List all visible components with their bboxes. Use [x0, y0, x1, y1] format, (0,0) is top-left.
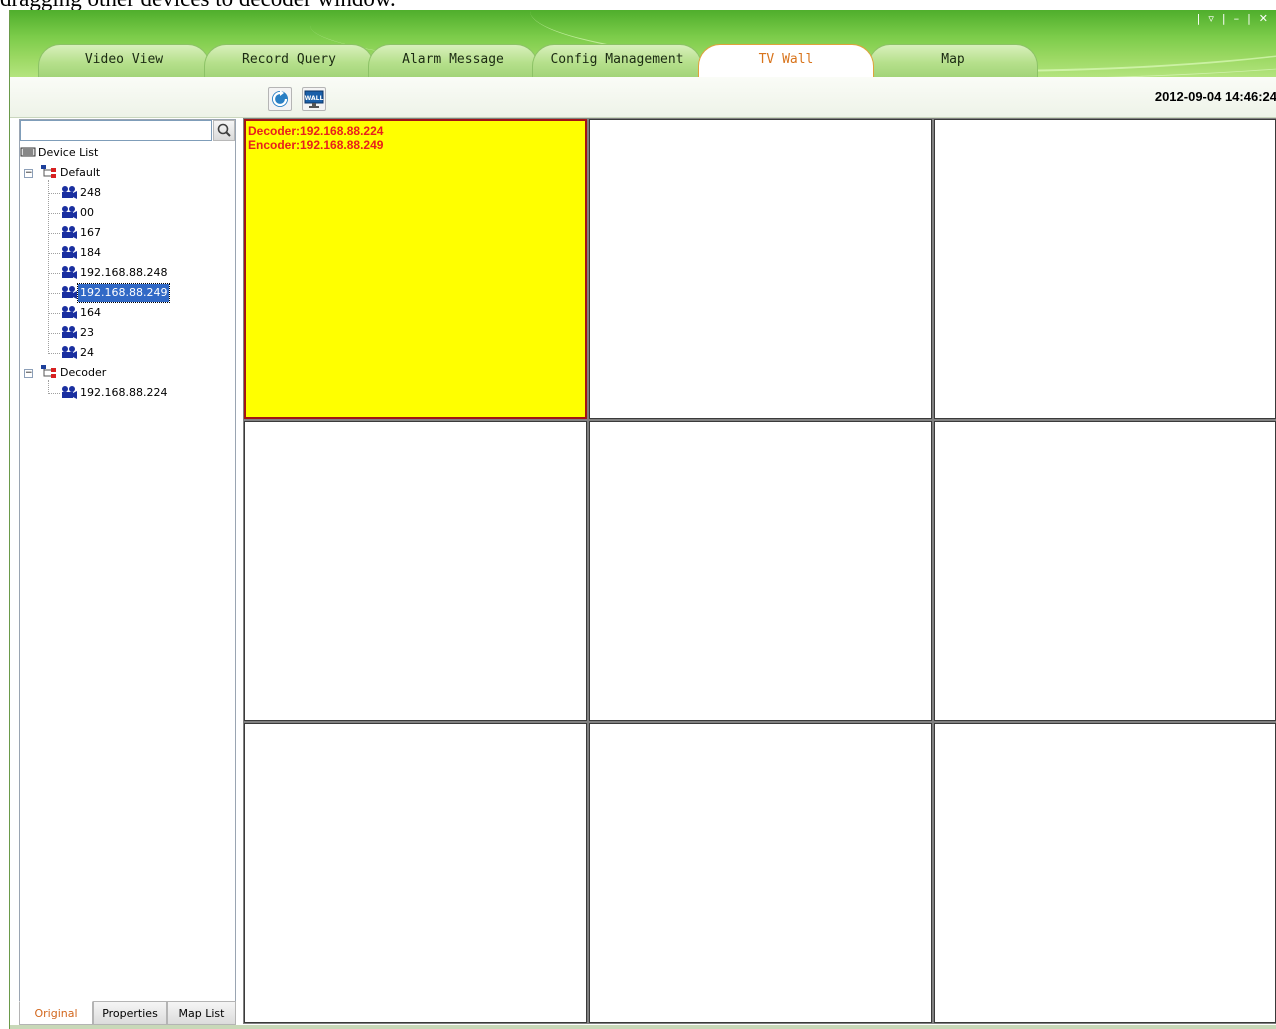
search-button[interactable]	[213, 120, 235, 141]
device-panel: Device List − Default 248 00 167 184 192.168.8…	[19, 119, 236, 1025]
group-icon	[40, 364, 58, 386]
tv-wall-icon: WALL	[304, 90, 324, 108]
separator: |	[1221, 12, 1228, 25]
wall-window[interactable]	[589, 119, 932, 419]
camera-icon	[60, 265, 78, 287]
title-bar: | ▿ | – | ✕ Video View Record Query Alarm Mes…	[10, 10, 1276, 77]
tab-properties[interactable]: Properties	[93, 1001, 167, 1025]
search-input[interactable]	[20, 120, 212, 141]
refresh-button[interactable]	[268, 87, 292, 111]
wall-window[interactable]	[244, 421, 587, 721]
encoder-label: Encoder:192.168.88.249	[248, 138, 384, 152]
camera-icon	[60, 305, 78, 327]
app-window: | ▿ | – | ✕ Video View Record Query Alarm Mes…	[9, 10, 1276, 1029]
panel-tabs: Original Properties Map List	[19, 1001, 236, 1025]
collapse-icon[interactable]: −	[24, 169, 33, 178]
device-label: 164	[80, 306, 101, 319]
device-label: 23	[80, 326, 94, 339]
tab-record-query[interactable]: Record Query	[204, 44, 374, 77]
status-strip	[10, 1025, 1276, 1029]
close-icon[interactable]: ✕	[1256, 12, 1273, 25]
tab-map-list[interactable]: Map List	[167, 1001, 236, 1025]
camera-icon	[60, 225, 78, 247]
minimize-icon[interactable]: –	[1231, 12, 1245, 25]
wall-window-active[interactable]: Decoder:192.168.88.224 Encoder:192.168.88…	[244, 119, 587, 419]
tab-video-view[interactable]: Video View	[38, 44, 210, 77]
device-label: 192.168.88.249	[76, 283, 171, 303]
wall-window[interactable]	[934, 119, 1276, 419]
group-icon	[40, 164, 58, 186]
wall-window[interactable]	[934, 723, 1276, 1023]
camera-icon	[60, 185, 78, 207]
tab-original[interactable]: Original	[19, 1001, 93, 1025]
tree-root-label: Device List	[38, 146, 99, 159]
device-label: 00	[80, 206, 94, 219]
refresh-icon	[272, 90, 288, 107]
camera-icon	[60, 245, 78, 267]
device-label: 167	[80, 226, 101, 239]
tab-alarm-message[interactable]: Alarm Message	[368, 44, 538, 77]
wall-window[interactable]	[934, 421, 1276, 721]
camera-icon	[60, 325, 78, 347]
camera-icon	[60, 285, 78, 307]
device-label: 192.168.88.248	[80, 266, 168, 279]
camera-icon	[60, 385, 78, 407]
search-icon	[217, 123, 231, 137]
device-label: 248	[80, 186, 101, 199]
tab-tv-wall[interactable]: TV Wall	[698, 44, 874, 77]
device-label: 192.168.88.224	[80, 386, 168, 399]
tree-root[interactable]: Device List	[20, 144, 100, 162]
separator: |	[1247, 12, 1253, 25]
group-label: Default	[60, 166, 101, 179]
datetime-display: 2012-09-04 14:46:24	[1154, 89, 1276, 104]
device-label: 184	[80, 246, 101, 259]
separator: |	[1196, 12, 1203, 25]
tab-map[interactable]: Map	[868, 44, 1038, 77]
decoder-label: Decoder:192.168.88.224	[248, 124, 384, 138]
device-list-icon	[20, 147, 36, 157]
wall-label: WALL	[305, 95, 324, 102]
tv-wall-button[interactable]: WALL	[302, 87, 326, 111]
camera-icon	[60, 205, 78, 227]
binding-info: Decoder:192.168.88.224 Encoder:192.168.88…	[248, 124, 383, 152]
window-controls: | ▿ | – | ✕	[1194, 12, 1273, 25]
group-label: Decoder	[60, 366, 107, 379]
wall-window[interactable]	[244, 723, 587, 1023]
device-label: 24	[80, 346, 94, 359]
dropdown-icon[interactable]: ▿	[1205, 12, 1219, 25]
collapse-icon[interactable]: −	[24, 369, 33, 378]
search-row	[20, 120, 235, 141]
wall-window[interactable]	[589, 421, 932, 721]
toolbar: WALL 2012-09-04 14:46:24	[10, 77, 1276, 118]
wall-window[interactable]	[589, 723, 932, 1023]
tab-config-management[interactable]: Config Management	[532, 44, 702, 77]
tv-wall-grid: Decoder:192.168.88.224 Encoder:192.168.88…	[243, 118, 1276, 1024]
